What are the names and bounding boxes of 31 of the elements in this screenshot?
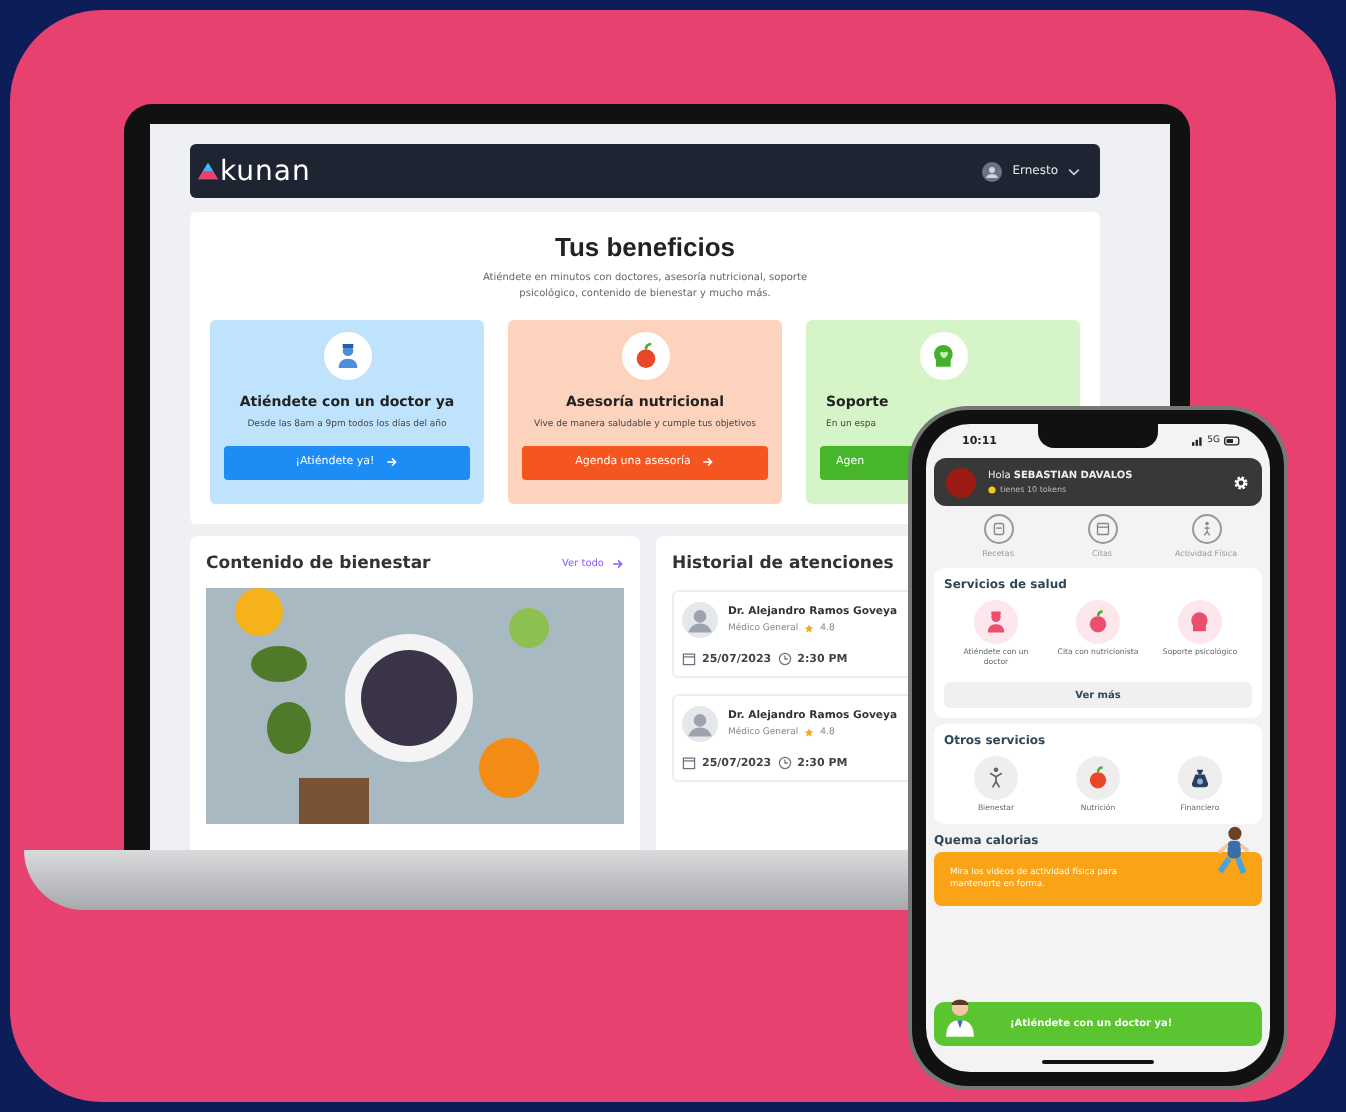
star-icon [804, 728, 815, 738]
avatar-circle [946, 467, 976, 497]
section-title: Tus beneficios [552, 232, 738, 262]
calendar-icon [682, 652, 696, 666]
battery-icon [1224, 436, 1242, 446]
person-avatar-icon [682, 602, 718, 638]
calendar-icon [682, 756, 696, 770]
apple-icon [1084, 764, 1112, 793]
signal-icon [1191, 436, 1204, 446]
star-icon [804, 624, 815, 634]
coin-icon [988, 485, 996, 493]
arrow-right-icon [386, 456, 399, 468]
doctor-drawing [942, 994, 978, 1038]
person-avatar-icon [682, 706, 718, 742]
apple-icon [1084, 608, 1112, 636]
user-avatar-icon [982, 161, 1003, 181]
chevron-down-icon [1068, 167, 1080, 175]
card-title: Contenido de bienestar [206, 554, 431, 574]
home-indicator [1042, 1060, 1154, 1064]
card-title: Historial de atenciones [672, 554, 896, 574]
calendar-icon [1091, 518, 1113, 540]
logo-text: kunan [220, 157, 311, 185]
doctor-icon [982, 608, 1010, 636]
triangle-logo-icon [198, 162, 218, 180]
settings-icon [1232, 473, 1250, 491]
clock-icon [777, 652, 792, 666]
clock-icon [777, 756, 792, 770]
arrow-right-icon [702, 456, 715, 468]
phone-notch [1038, 424, 1158, 448]
money-bag-icon [1186, 764, 1214, 793]
arrow-right-icon [612, 558, 624, 570]
